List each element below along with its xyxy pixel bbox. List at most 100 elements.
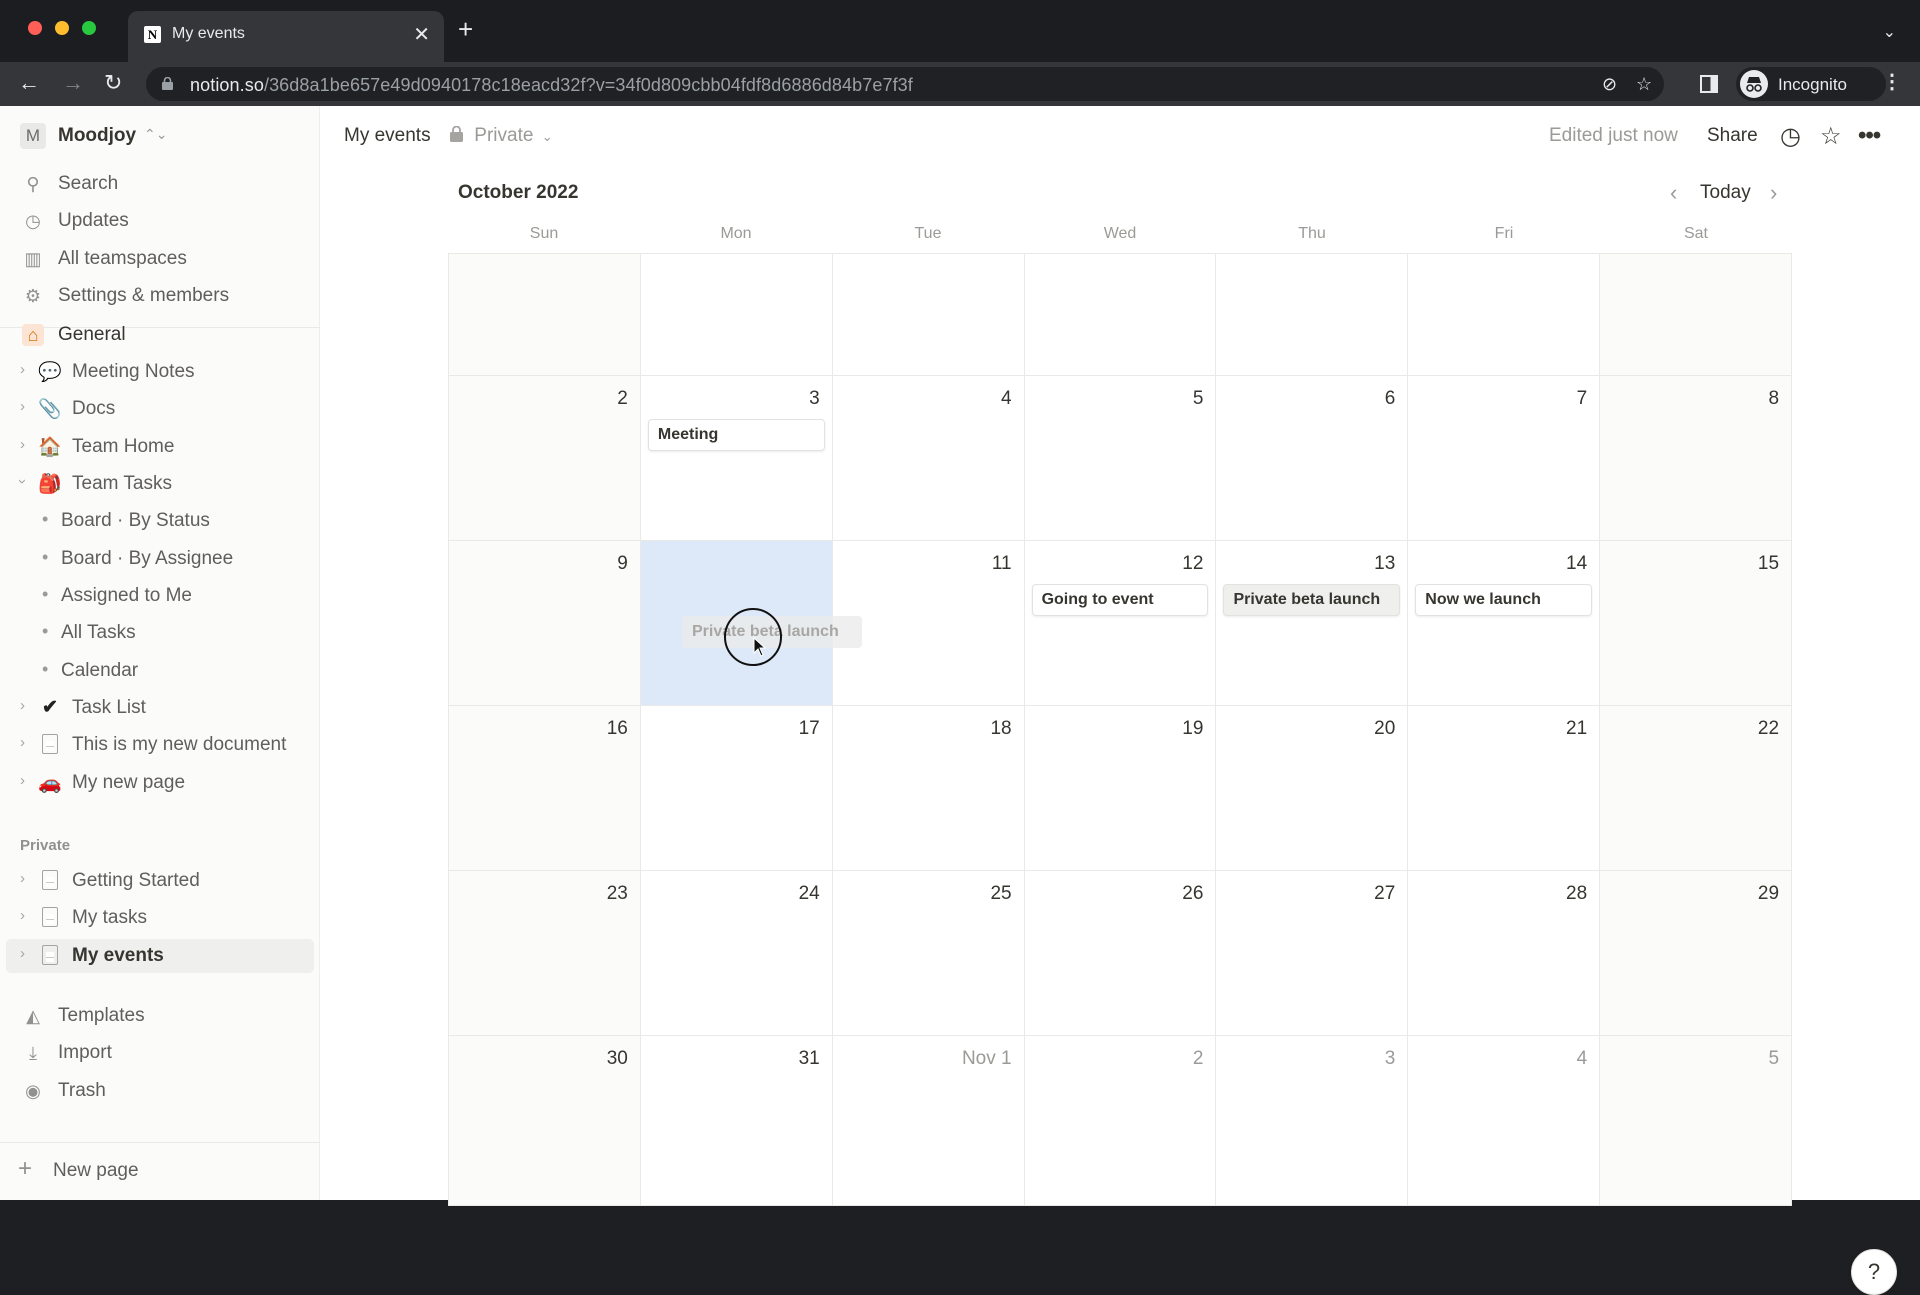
calendar-day-cell[interactable]	[832, 254, 1025, 376]
share-button[interactable]: Share	[1707, 125, 1758, 147]
sidebar-teamspace-general[interactable]: ⌂ General	[6, 318, 314, 352]
calendar-day-cell[interactable]: 22	[1600, 706, 1793, 871]
sidebar-item-trash[interactable]: ◉ Trash	[6, 1074, 314, 1108]
calendar-day-cell[interactable]: 30	[449, 1036, 641, 1206]
calendar-day-cell[interactable]: 18	[832, 706, 1025, 871]
forward-button[interactable]: →	[62, 70, 84, 96]
calendar-day-cell[interactable]: 4	[1408, 1036, 1601, 1206]
calendar-day-cell[interactable]	[1408, 254, 1601, 376]
calendar-day-cell[interactable]: 3 Meeting	[640, 376, 833, 541]
minimize-window-button[interactable]	[55, 21, 69, 35]
calendar-day-cell[interactable]	[449, 254, 641, 376]
calendar-day-cell[interactable]: 13 Private beta launch	[1216, 541, 1409, 706]
calendar-day-cell[interactable]	[640, 254, 833, 376]
sidebar-item-updates[interactable]: ◷ Updates	[6, 204, 314, 238]
history-clock-icon[interactable]: ◷	[1780, 122, 1801, 151]
incognito-profile-button[interactable]: Incognito	[1736, 67, 1886, 101]
calendar-day-cell[interactable]: 7	[1408, 376, 1601, 541]
sidebar-page-new-document[interactable]: › This is my new document	[6, 728, 314, 762]
sidebar-view-all-tasks[interactable]: • All Tasks	[6, 616, 314, 650]
browser-menu-icon[interactable]: ⋮	[1882, 72, 1902, 92]
calendar-day-cell[interactable]: 2	[449, 376, 641, 541]
sidebar-page-my-new-page[interactable]: › 🚗 My new page	[6, 766, 314, 800]
more-options-icon[interactable]: •••	[1858, 122, 1881, 150]
back-button[interactable]: ←	[18, 70, 40, 96]
sidebar-page-meeting-notes[interactable]: › 💬 Meeting Notes	[6, 355, 314, 389]
calendar-day-cell[interactable]: 4	[832, 376, 1025, 541]
maximize-window-button[interactable]	[82, 21, 96, 35]
calendar-day-cell[interactable]: 23	[449, 871, 641, 1036]
calendar-day-cell[interactable]: 3	[1216, 1036, 1409, 1206]
calendar-day-cell[interactable]: 20	[1216, 706, 1409, 871]
sidebar-page-docs[interactable]: › 📎 Docs	[6, 392, 314, 426]
calendar-day-cell[interactable]	[1600, 254, 1793, 376]
calendar-day-cell[interactable]: 15	[1600, 541, 1793, 706]
chevron-right-icon[interactable]: ›	[20, 734, 25, 751]
sidebar-item-templates[interactable]: ◭ Templates	[6, 999, 314, 1033]
chevron-right-icon[interactable]: ›	[20, 436, 25, 453]
chevron-right-icon[interactable]: ›	[20, 697, 25, 714]
sidebar-item-import[interactable]: ⤓ Import	[6, 1036, 314, 1070]
sidebar-page-my-tasks[interactable]: › My tasks	[6, 901, 314, 935]
sidebar-page-team-tasks[interactable]: › 🎒 Team Tasks	[6, 467, 314, 501]
reload-button[interactable]: ↻	[104, 70, 122, 96]
sidebar-view-board-by-assignee[interactable]: • Board · By Assignee	[6, 542, 314, 576]
calendar-day-cell[interactable]: 12 Going to event	[1024, 541, 1217, 706]
today-button[interactable]: Today	[1700, 182, 1751, 204]
chevron-right-icon[interactable]: ›	[20, 907, 25, 924]
close-tab-icon[interactable]: ✕	[413, 22, 430, 47]
privacy-dropdown[interactable]: Private ⌄	[450, 125, 553, 147]
calendar-day-cell[interactable]: 27	[1216, 871, 1409, 1036]
chevron-right-icon[interactable]: ›	[20, 772, 25, 789]
calendar-day-cell[interactable]: 19	[1024, 706, 1217, 871]
sidebar-item-search[interactable]: ⚲ Search	[6, 167, 314, 201]
next-month-chevron-icon[interactable]: ›	[1770, 180, 1777, 206]
favorite-star-icon[interactable]: ☆	[1820, 122, 1842, 151]
event-card[interactable]: Private beta launch	[1223, 584, 1401, 616]
sidebar-view-calendar[interactable]: • Calendar	[6, 654, 314, 688]
calendar-day-cell[interactable]: 21	[1408, 706, 1601, 871]
calendar-day-cell[interactable]: 2	[1024, 1036, 1217, 1206]
eye-slash-icon[interactable]: ⊘	[1602, 74, 1617, 95]
sidebar-page-my-events[interactable]: › My events	[6, 939, 314, 973]
event-card[interactable]: Now we launch	[1415, 584, 1593, 616]
bookmark-star-icon[interactable]: ☆	[1636, 74, 1652, 95]
tab-search-chevron-icon[interactable]: ⌄	[1883, 22, 1896, 42]
address-bar[interactable]: notion.so/36d8a1be657e49d0940178c18eacd3…	[146, 67, 1664, 101]
calendar-day-cell[interactable]: 24	[640, 871, 833, 1036]
sidebar-page-getting-started[interactable]: › Getting Started	[6, 864, 314, 898]
calendar-day-cell[interactable]	[1216, 254, 1409, 376]
calendar-day-cell[interactable]: 8	[1600, 376, 1793, 541]
chevron-right-icon[interactable]: ›	[20, 398, 25, 415]
side-panel-icon[interactable]	[1700, 75, 1718, 93]
calendar-day-cell[interactable]: 9	[449, 541, 641, 706]
chevron-down-icon[interactable]: ›	[14, 479, 31, 484]
event-card[interactable]: Meeting	[647, 419, 825, 451]
browser-tab[interactable]: N My events ✕	[128, 11, 444, 62]
calendar-day-cell[interactable]: Nov 1	[832, 1036, 1025, 1206]
breadcrumb-page[interactable]: My events	[344, 125, 431, 147]
calendar-day-cell[interactable]: 14 Now we launch	[1408, 541, 1601, 706]
calendar-day-cell[interactable]: 26	[1024, 871, 1217, 1036]
calendar-day-cell[interactable]: 28	[1408, 871, 1601, 1036]
chevron-right-icon[interactable]: ›	[20, 361, 25, 378]
new-page-button[interactable]: + New page	[0, 1142, 320, 1200]
calendar-day-cell[interactable]: 5	[1600, 1036, 1793, 1206]
calendar-day-cell[interactable]: 5	[1024, 376, 1217, 541]
sidebar-view-assigned-to-me[interactable]: • Assigned to Me	[6, 579, 314, 613]
close-window-button[interactable]	[28, 21, 42, 35]
chevron-right-icon[interactable]: ›	[20, 945, 25, 962]
previous-month-chevron-icon[interactable]: ‹	[1670, 180, 1677, 206]
calendar-day-cell[interactable]: 25	[832, 871, 1025, 1036]
calendar-day-cell[interactable]	[1024, 254, 1217, 376]
calendar-day-cell[interactable]: 31	[640, 1036, 833, 1206]
sidebar-view-board-by-status[interactable]: • Board · By Status	[6, 504, 314, 538]
sidebar-item-settings[interactable]: ⚙ Settings & members	[6, 279, 314, 313]
calendar-day-cell[interactable]: 17	[640, 706, 833, 871]
chevron-right-icon[interactable]: ›	[20, 870, 25, 887]
sidebar-page-task-list[interactable]: › ✔ Task List	[6, 691, 314, 725]
new-tab-button[interactable]: +	[458, 16, 473, 42]
sidebar-item-all-teamspaces[interactable]: ▥ All teamspaces	[6, 242, 314, 276]
event-card[interactable]: Going to event	[1031, 584, 1209, 616]
calendar-day-cell[interactable]: 16	[449, 706, 641, 871]
